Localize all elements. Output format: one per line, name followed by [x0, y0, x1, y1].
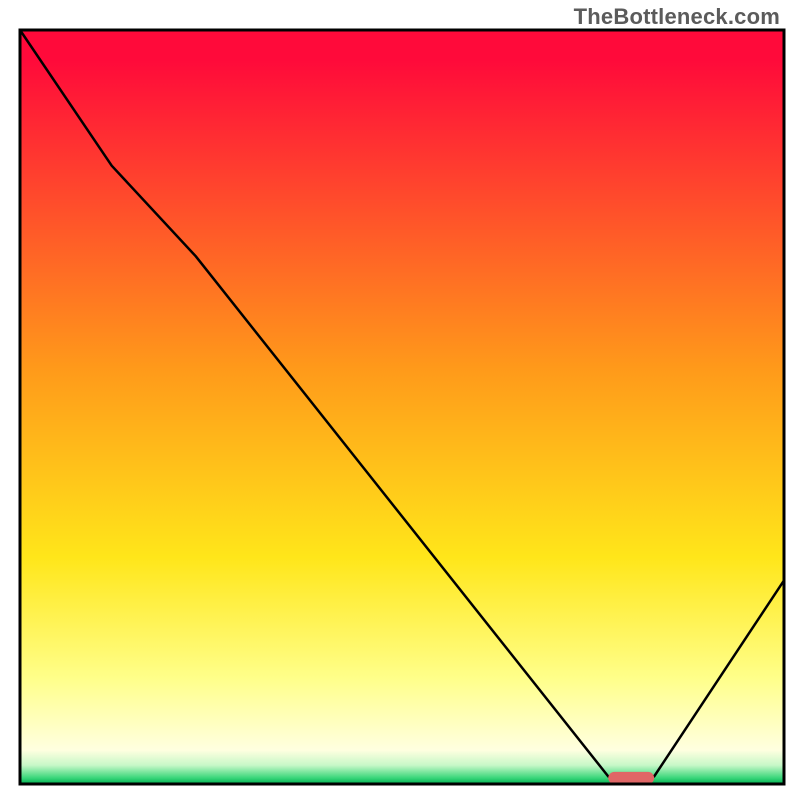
plot-background: [20, 30, 784, 784]
optimal-range-marker: [608, 772, 654, 784]
chart-container: TheBottleneck.com: [0, 0, 800, 800]
plot-area: [20, 30, 784, 784]
bottleneck-chart: [0, 0, 800, 800]
watermark-text: TheBottleneck.com: [574, 4, 780, 30]
